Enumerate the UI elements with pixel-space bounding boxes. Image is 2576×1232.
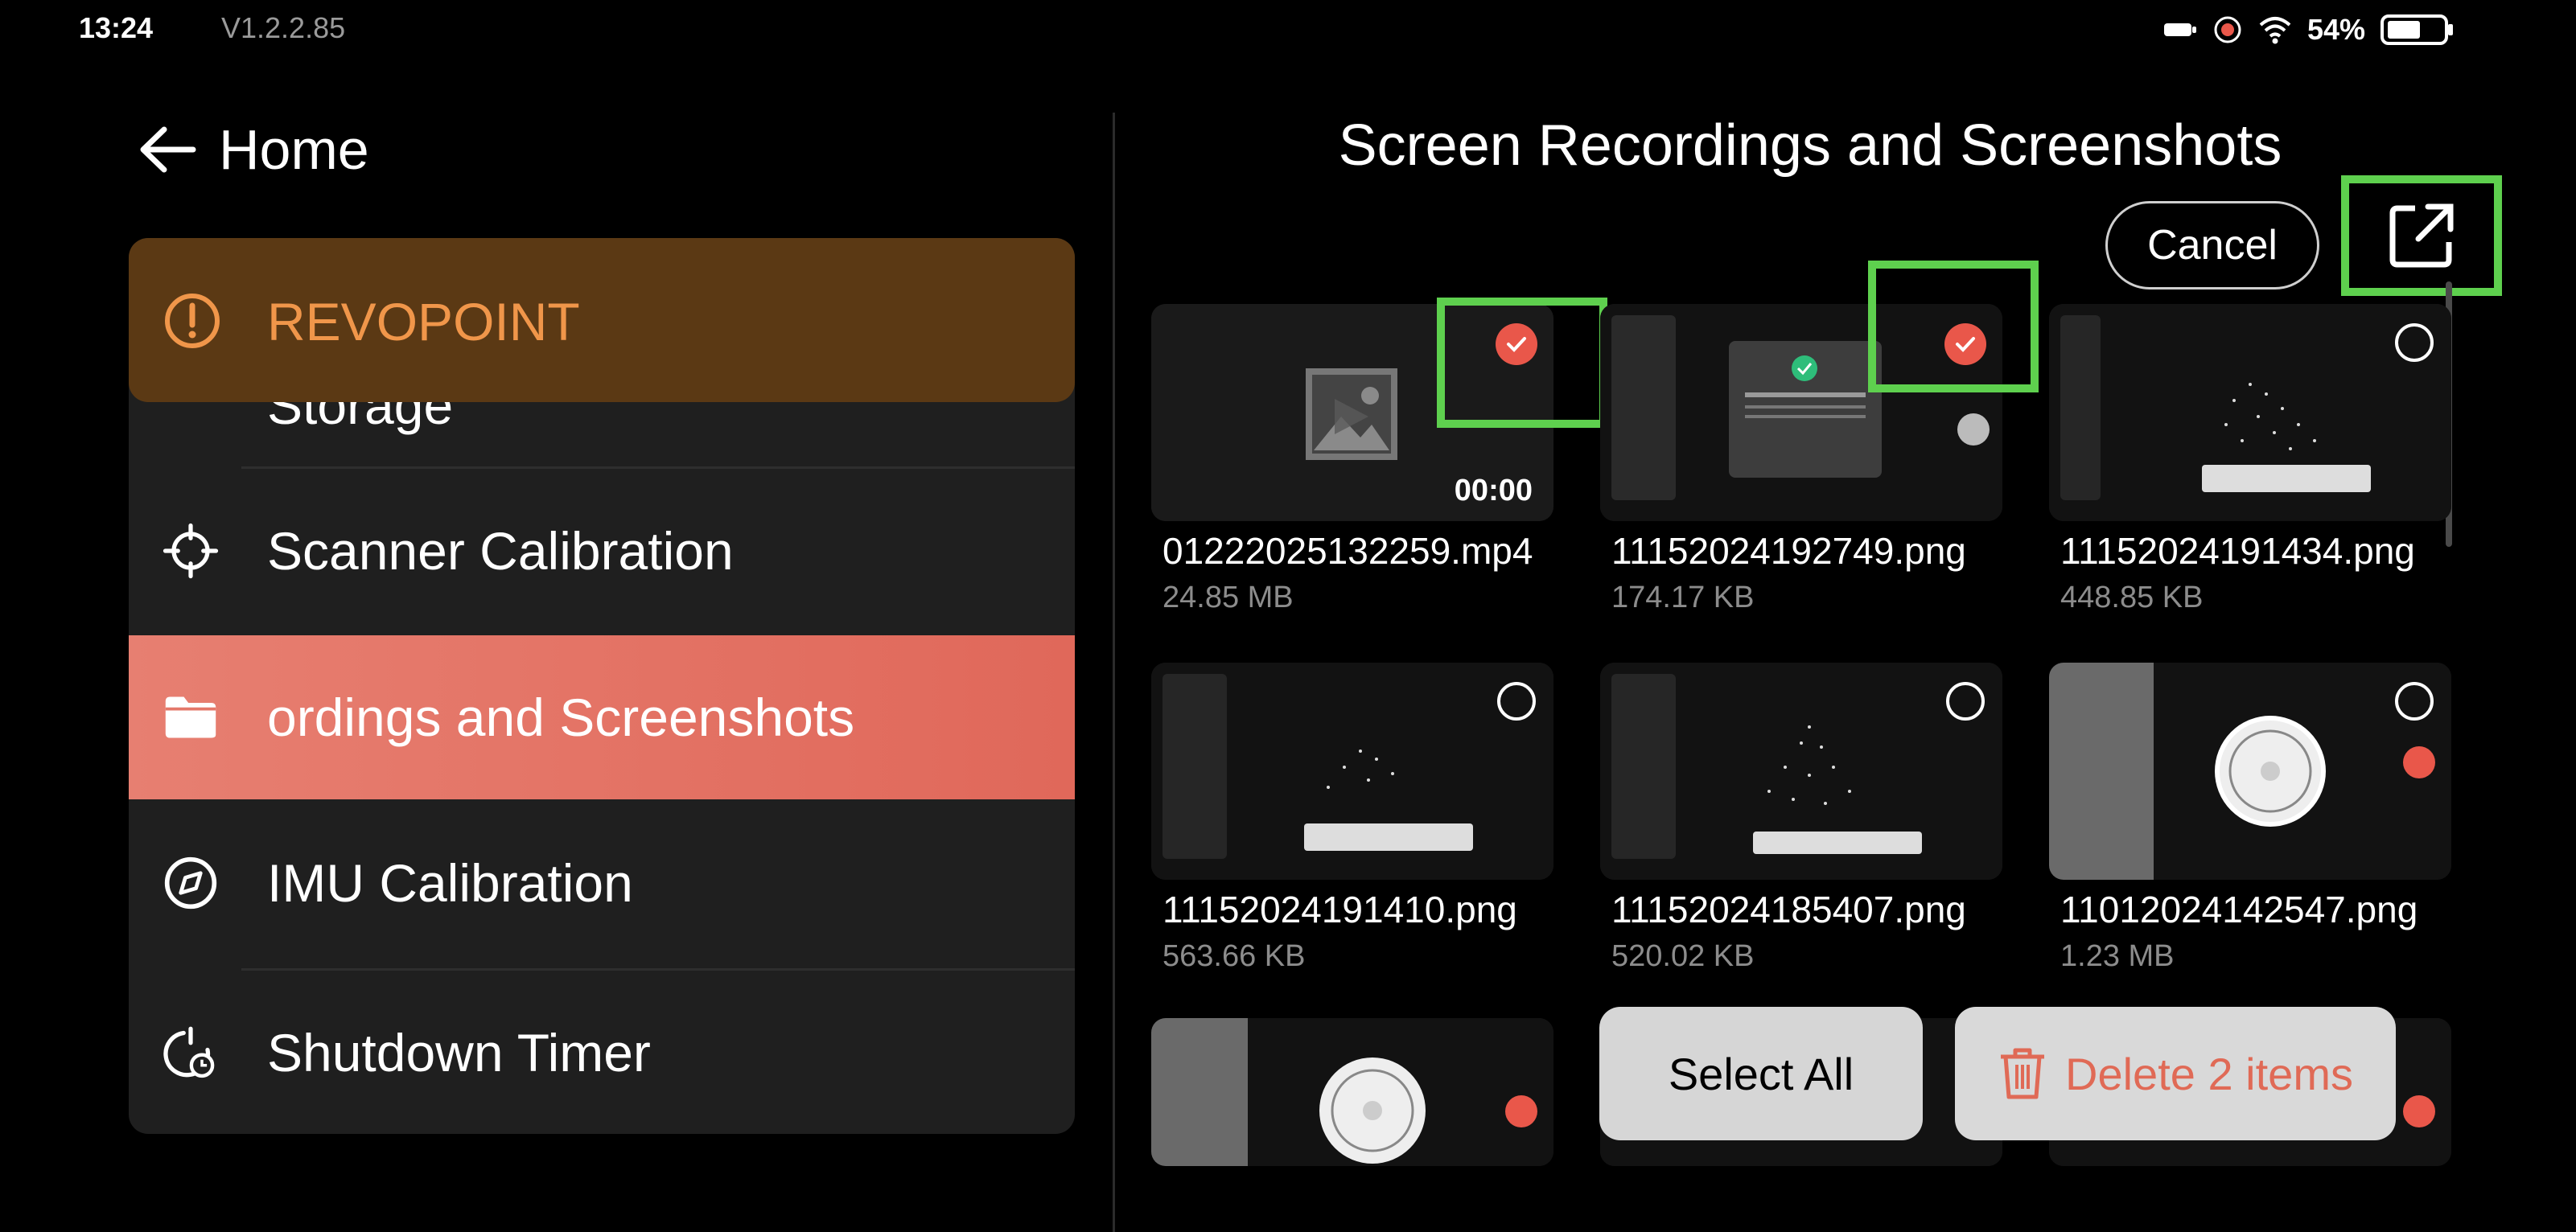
page-title: Screen Recordings and Screenshots	[1338, 113, 2282, 178]
crosshair-icon	[163, 523, 219, 579]
timer-icon	[163, 1025, 219, 1081]
menu-item-label: Shutdown Timer	[267, 1022, 651, 1082]
toast-label: REVOPOINT	[267, 292, 580, 351]
back-button[interactable]: Home	[137, 117, 369, 182]
share-external-icon	[2389, 203, 2454, 268]
fan-graphic	[1319, 1057, 1426, 1164]
highlight-box	[1868, 261, 2039, 392]
success-icon	[1792, 355, 1817, 381]
share-button[interactable]	[2341, 175, 2502, 296]
menu-item-label: ordings and Screenshots	[267, 688, 855, 747]
highlight-box	[1437, 298, 1607, 428]
select-all-button[interactable]: Select All	[1599, 1007, 1923, 1140]
file-size: 174.17 KB	[1611, 581, 1755, 614]
panel-divider	[1113, 113, 1115, 1232]
file-name: 11152024185407.png	[1611, 889, 1966, 930]
menu-item-label: IMU Calibration	[267, 853, 633, 913]
battery-percent: 54%	[2306, 13, 2365, 46]
status-time: 13:24	[79, 11, 154, 44]
image-placeholder-icon	[1306, 368, 1397, 460]
thumbnail-image[interactable]	[1600, 663, 2002, 880]
toast-notification: REVOPOINT	[129, 238, 1075, 402]
video-duration: 00:00	[1454, 474, 1533, 507]
file-name: 11152024191434.png	[2060, 530, 2415, 572]
app-version: V1.2.2.85	[221, 11, 346, 44]
point-cloud-graphic	[1767, 725, 1851, 805]
arrow-left-icon	[140, 126, 196, 173]
file-name: 11152024191410.png	[1162, 889, 1517, 930]
menu-item-shutdown-timer[interactable]: Shutdown Timer	[129, 971, 1075, 1134]
point-cloud-graphic	[1327, 749, 1394, 789]
battery-icon	[2381, 14, 2453, 45]
file-name: 11152024192749.png	[1611, 530, 1966, 572]
menu-item-recordings[interactable]: ordings and Screenshots	[129, 635, 1075, 799]
file-size: 1.23 MB	[2060, 939, 2175, 973]
compass-icon	[163, 855, 219, 911]
file-name: 01222025132259.mp4	[1162, 530, 1533, 572]
folder-icon	[163, 689, 219, 745]
alert-circle-icon	[163, 291, 222, 355]
fan-graphic	[2215, 716, 2326, 827]
file-size: 448.85 KB	[2060, 581, 2204, 614]
menu-item-scanner-calibration[interactable]: Scanner Calibration	[129, 469, 1075, 632]
thumbnail-image[interactable]	[2049, 304, 2451, 521]
wifi-icon	[2259, 17, 2291, 44]
battery-saver-icon	[2163, 23, 2196, 36]
file-size: 520.02 KB	[1611, 939, 1755, 973]
checkbox-unchecked[interactable]	[1497, 682, 1536, 721]
menu-item-imu-calibration[interactable]: IMU Calibration	[129, 801, 1075, 965]
trash-icon	[2001, 1048, 2045, 1099]
checkbox-unchecked[interactable]	[2395, 682, 2434, 721]
back-title: Home	[219, 118, 369, 181]
cancel-button[interactable]: Cancel	[2105, 201, 2319, 290]
file-name: 11012024142547.png	[2060, 889, 2418, 930]
status-icons: 54%	[2162, 10, 2455, 50]
file-size: 24.85 MB	[1162, 581, 1294, 614]
checkbox-unchecked[interactable]	[1946, 682, 1985, 721]
checkbox-unchecked[interactable]	[2395, 323, 2434, 362]
thumbnail-image[interactable]	[1151, 1018, 1553, 1166]
record-icon	[2214, 16, 2241, 43]
menu-item-label: Scanner Calibration	[267, 520, 734, 581]
thumbnail-image[interactable]	[1151, 663, 1553, 880]
delete-button[interactable]: Delete 2 items	[1955, 1007, 2396, 1140]
point-cloud-graphic	[2224, 383, 2316, 450]
delete-label: Delete 2 items	[2065, 1048, 2353, 1099]
thumbnail-image[interactable]	[2049, 663, 2451, 880]
file-size: 563.66 KB	[1162, 939, 1306, 973]
